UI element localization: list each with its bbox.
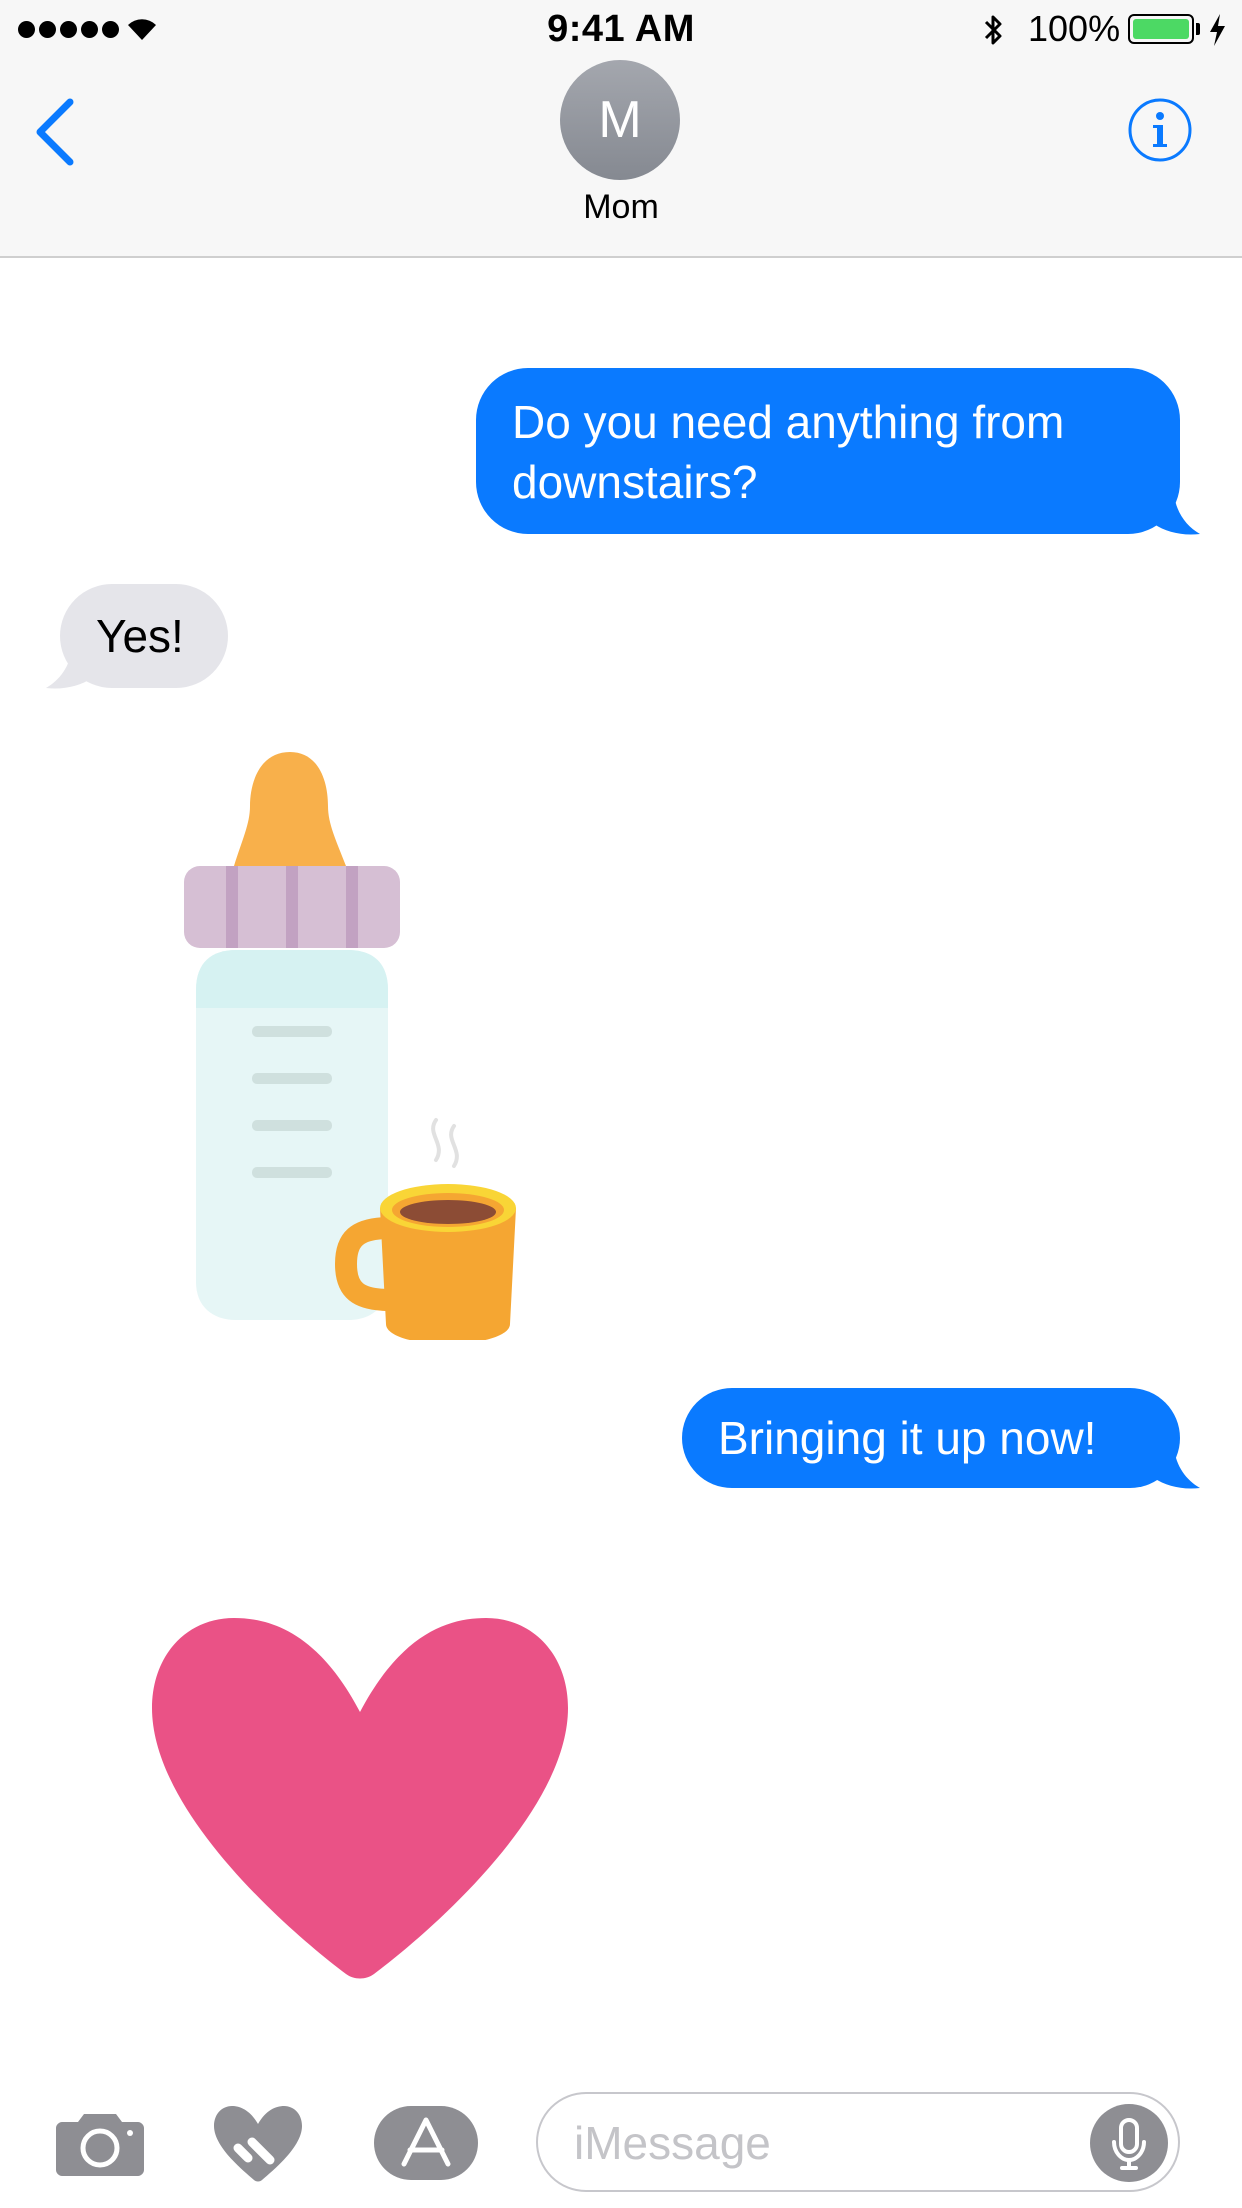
microphone-icon bbox=[1112, 2118, 1146, 2170]
contact-avatar[interactable]: M bbox=[560, 60, 680, 180]
pink-heart-sticker[interactable] bbox=[150, 1612, 570, 1982]
microphone-button[interactable] bbox=[1090, 2104, 1168, 2182]
battery-fill bbox=[1133, 19, 1189, 39]
info-icon bbox=[1128, 98, 1192, 162]
contact-name[interactable]: Mom bbox=[0, 188, 1242, 227]
incoming-bubble-tail bbox=[46, 648, 98, 689]
bluetooth-icon bbox=[984, 15, 1002, 45]
battery-icon bbox=[1128, 14, 1194, 44]
app-store-icon bbox=[374, 2106, 478, 2180]
camera-icon bbox=[56, 2114, 144, 2176]
battery-percent: 100% bbox=[1028, 8, 1121, 49]
message-field bbox=[536, 2092, 1180, 2192]
info-button[interactable] bbox=[1126, 96, 1194, 164]
status-bar: 9:41 AM 100% bbox=[0, 0, 1242, 60]
camera-button[interactable] bbox=[56, 2108, 144, 2176]
baby-bottle-and-coffee-mug-sticker[interactable] bbox=[150, 740, 530, 1340]
outgoing-bubble-tail bbox=[1148, 494, 1200, 535]
charging-bolt-icon bbox=[1210, 14, 1225, 46]
message-input[interactable] bbox=[574, 2116, 1034, 2170]
outgoing-message[interactable]: Bringing it up now! bbox=[682, 1388, 1180, 1488]
back-button[interactable] bbox=[30, 96, 80, 168]
battery-nub bbox=[1196, 23, 1200, 35]
chevron-left-icon bbox=[36, 98, 74, 166]
digital-touch-heart-icon bbox=[214, 2106, 302, 2182]
app-store-button[interactable] bbox=[374, 2106, 478, 2180]
digital-touch-button[interactable] bbox=[214, 2104, 302, 2184]
outgoing-message[interactable]: Do you need anything from downstairs? bbox=[476, 368, 1180, 534]
outgoing-bubble-tail bbox=[1148, 1448, 1200, 1489]
